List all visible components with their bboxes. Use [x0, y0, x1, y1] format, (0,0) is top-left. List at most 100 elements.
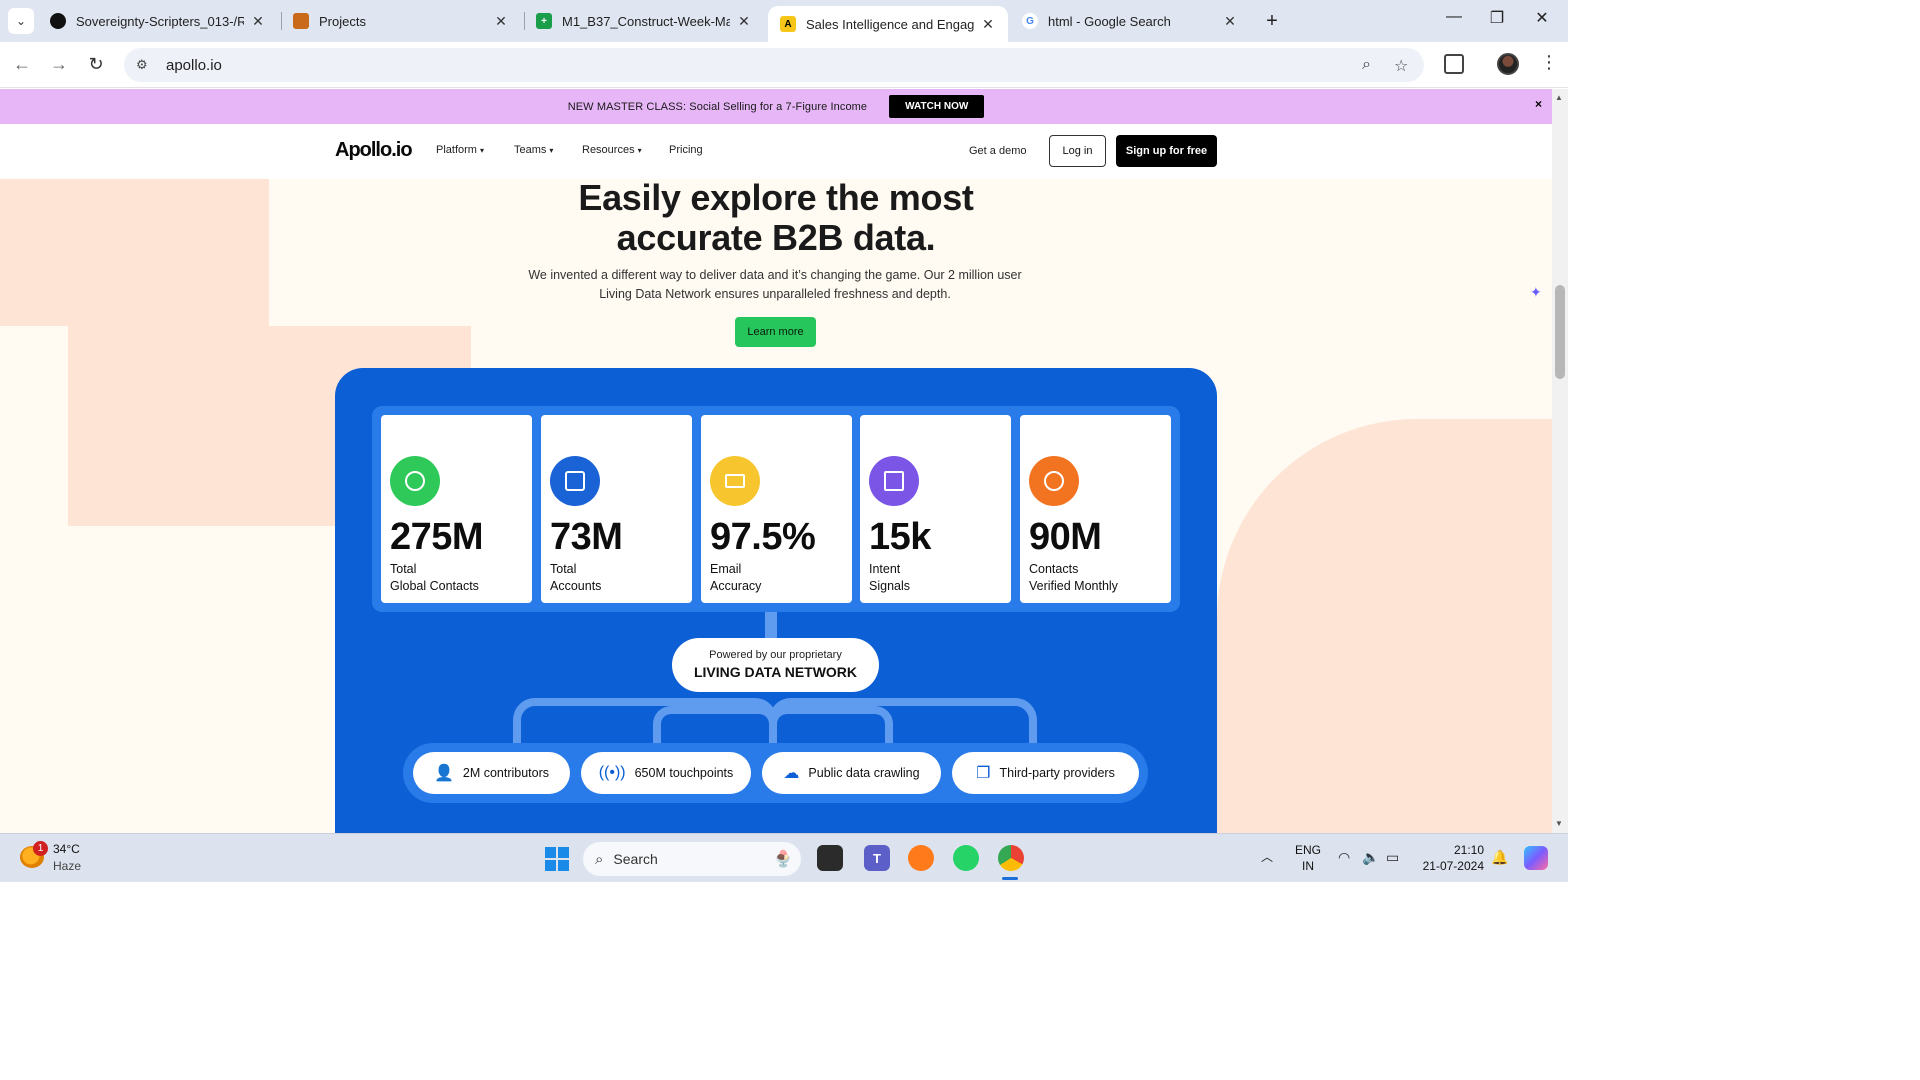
nav-resources[interactable]: Resources ▾ [582, 144, 642, 156]
person-icon: 👤 [433, 765, 454, 782]
battery-icon[interactable]: ▭ [1386, 849, 1399, 866]
tab-search-button[interactable]: ⌄ [8, 8, 34, 34]
stat-card-verified: 90M Contacts Verified Monthly [1020, 415, 1171, 603]
nav-teams[interactable]: Teams ▾ [514, 144, 553, 156]
copilot-icon[interactable] [1524, 846, 1548, 870]
source-contributors: 👤 2M contributors [413, 752, 570, 794]
tab-title: Sales Intelligence and Engagem [806, 16, 974, 32]
notification-bell-icon[interactable]: 🔔 [1491, 849, 1508, 866]
promo-banner: NEW MASTER CLASS: Social Selling for a 7… [0, 89, 1552, 124]
task-view-icon[interactable] [817, 845, 843, 871]
teams-icon[interactable]: T [864, 845, 890, 871]
scrollbar[interactable]: ▲ ▼ [1552, 89, 1568, 833]
chrome-icon[interactable] [998, 845, 1024, 871]
bookmark-star-icon[interactable]: ☆ [1394, 56, 1408, 76]
tab-title: html - Google Search [1048, 13, 1171, 29]
back-button[interactable]: ← [10, 54, 34, 75]
chevron-down-icon: ▾ [549, 146, 554, 155]
stat-value: 97.5% [710, 516, 816, 558]
close-icon[interactable]: ✕ [1222, 13, 1238, 30]
broadcast-icon: ((•)) [598, 764, 626, 781]
tab-github[interactable]: Sovereignty-Scripters_013-/REA ✕ [38, 0, 278, 42]
scrollbar-thumb[interactable] [1555, 285, 1565, 379]
taskbar-search[interactable]: ⌕ Search 🍨 [583, 842, 801, 876]
decor-shape [0, 179, 269, 326]
language-indicator[interactable]: ENG IN [1295, 842, 1321, 874]
close-icon[interactable]: ✕ [250, 13, 266, 30]
apollo-icon: A [780, 16, 796, 32]
learn-more-button[interactable]: Learn more [735, 317, 816, 347]
get-demo-link[interactable]: Get a demo [969, 145, 1026, 157]
tools-icon [293, 13, 309, 29]
site-header: Apollo.io Platform ▾ Teams ▾ Resources ▾ Pr… [0, 124, 1552, 179]
globe-user-icon [1029, 456, 1079, 506]
sheets-icon: + [536, 13, 552, 29]
tab-title: Sovereignty-Scripters_013-/REA [76, 13, 244, 29]
browser-menu-icon[interactable]: ⋮ [1540, 52, 1558, 73]
tab-title: Projects [319, 13, 366, 29]
hero-title: Easily explore the most accurate B2B dat… [578, 177, 974, 258]
weather-temp[interactable]: 34°C [53, 842, 80, 856]
notification-badge: 1 [33, 841, 48, 856]
close-icon[interactable]: ✕ [980, 16, 996, 33]
minimize-button[interactable]: — [1434, 8, 1474, 26]
stat-label: Total Global Contacts [390, 562, 479, 593]
windows-start-icon[interactable] [545, 847, 569, 871]
stat-label: Contacts Verified Monthly [1029, 562, 1118, 593]
close-icon[interactable]: × [1535, 97, 1542, 111]
page-viewport: NEW MASTER CLASS: Social Selling for a 7… [0, 89, 1552, 833]
watch-now-button[interactable]: WATCH NOW [889, 95, 985, 118]
close-icon[interactable]: ✕ [736, 13, 752, 30]
chevron-down-icon: ▾ [637, 146, 642, 155]
login-button[interactable]: Log in [1049, 135, 1106, 167]
sparkle-icon[interactable]: ✦ [1530, 284, 1542, 301]
close-icon[interactable]: ✕ [493, 13, 509, 30]
reload-button[interactable]: ↻ [84, 54, 108, 75]
search-icon: ⌕ [595, 850, 604, 868]
extensions-icon[interactable] [1444, 54, 1464, 74]
connector-branches [505, 692, 1045, 748]
source-third-party: ❐ Third-party providers [952, 752, 1139, 794]
close-window-button[interactable]: ✕ [1522, 8, 1562, 28]
stat-label: Email Accuracy [710, 562, 762, 593]
stat-card-signals: 15k Intent Signals [860, 415, 1011, 603]
cloud-user-icon: ☁ [783, 765, 800, 782]
forward-button[interactable]: → [47, 54, 71, 75]
tab-sheets[interactable]: + M1_B37_Construct-Week-Maste ✕ [524, 0, 764, 42]
volume-icon[interactable]: 🔈 [1362, 849, 1379, 866]
new-tab-button[interactable]: + [1262, 10, 1282, 33]
profile-avatar[interactable] [1497, 53, 1519, 75]
stat-card-contacts: 275M Total Global Contacts [381, 415, 532, 603]
chevron-down-icon: ▾ [479, 146, 484, 155]
nav-pricing[interactable]: Pricing [669, 144, 703, 156]
contacts-icon [390, 456, 440, 506]
chevron-down-icon: ⌄ [15, 14, 27, 28]
restore-button[interactable]: ❐ [1477, 8, 1517, 28]
site-info-icon[interactable]: ⚙ [136, 57, 160, 73]
firefox-icon[interactable] [908, 845, 934, 871]
promo-text: NEW MASTER CLASS: Social Selling for a 7… [567, 100, 868, 113]
signals-icon [869, 456, 919, 506]
address-bar[interactable]: ⚙ apollo.io [124, 48, 1424, 82]
tab-google[interactable]: G html - Google Search ✕ [1010, 0, 1250, 42]
stat-card-accuracy: 97.5% Email Accuracy [701, 415, 852, 603]
decor-shape [1217, 419, 1552, 833]
nav-platform[interactable]: Platform ▾ [436, 144, 484, 156]
living-data-network-badge: Powered by our proprietary LIVING DATA N… [672, 638, 879, 692]
clock[interactable]: 21:10 21-07-2024 [1420, 842, 1484, 874]
stat-value: 15k [869, 516, 931, 558]
zoom-icon[interactable]: ⌕ [1362, 56, 1371, 74]
active-app-indicator [1002, 877, 1018, 880]
tab-projects[interactable]: Projects ✕ [281, 0, 521, 42]
wifi-icon[interactable]: ◠ [1338, 849, 1350, 866]
whatsapp-icon[interactable] [953, 845, 979, 871]
weather-condition[interactable]: Haze [53, 859, 81, 873]
signup-button[interactable]: Sign up for free [1116, 135, 1217, 167]
apollo-logo[interactable]: Apollo.io [335, 139, 413, 162]
taskbar: 1 34°C Haze ⌕ Search 🍨 T ︿ ENG IN ◠ 🔈 ▭ … [0, 833, 1568, 882]
stat-value: 275M [390, 516, 484, 558]
tab-title: M1_B37_Construct-Week-Maste [562, 13, 730, 29]
tab-apollo[interactable]: A Sales Intelligence and Engagem ✕ [768, 6, 1008, 42]
chevron-up-icon[interactable]: ︿ [1261, 848, 1273, 865]
search-highlight-icon: 🍨 [773, 851, 793, 868]
